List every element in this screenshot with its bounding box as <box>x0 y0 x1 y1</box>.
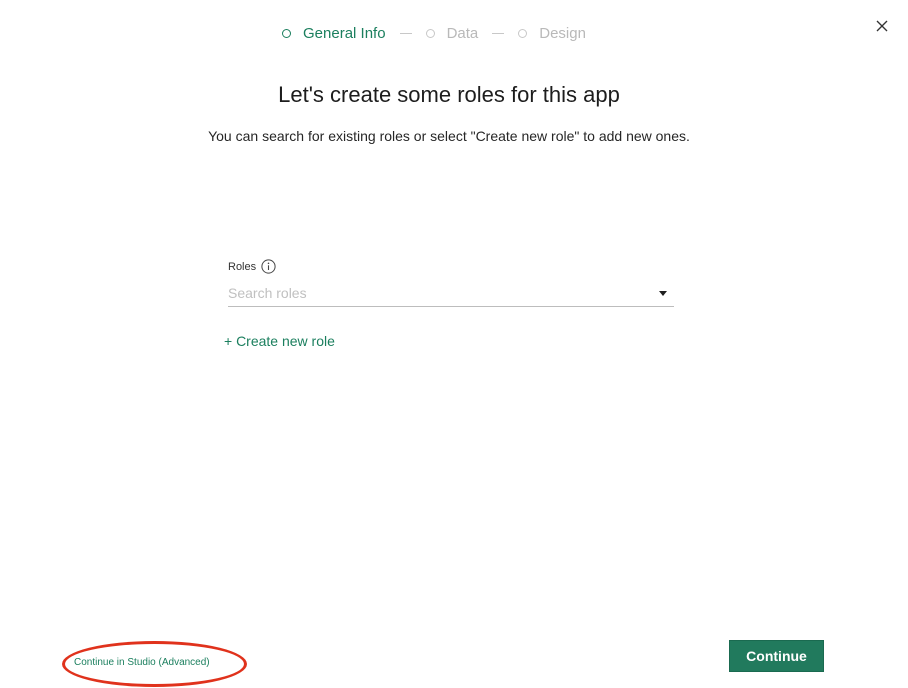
info-icon[interactable] <box>261 259 276 274</box>
step-label: Design <box>539 24 586 42</box>
close-icon <box>876 20 888 32</box>
step-label: General Info <box>303 24 386 42</box>
step-label: Data <box>446 24 479 42</box>
step-separator <box>399 32 412 34</box>
continue-in-studio-link[interactable]: Continue in Studio (Advanced) <box>74 657 210 668</box>
wizard-stepper: General Info Data Design <box>282 22 586 44</box>
step-circle-icon <box>518 28 528 38</box>
step-separator <box>492 32 505 34</box>
roles-label: Roles <box>228 260 257 273</box>
search-roles-input[interactable] <box>228 281 659 305</box>
create-new-role-link[interactable]: + Create new role <box>224 333 335 349</box>
step-data: Data <box>425 24 479 42</box>
page-title: Let's create some roles for this app <box>278 82 620 107</box>
page-subtitle: You can search for existing roles or sel… <box>208 128 690 144</box>
step-circle-icon <box>282 28 291 38</box>
roles-label-row: Roles <box>228 259 276 274</box>
roles-select[interactable] <box>228 280 674 307</box>
caret-down-icon[interactable] <box>659 290 667 296</box>
continue-button[interactable]: Continue <box>729 640 824 672</box>
step-design: Design <box>518 25 586 42</box>
step-circle-icon <box>425 28 435 38</box>
close-button[interactable] <box>870 14 894 38</box>
step-general-info: General Info <box>282 25 386 42</box>
